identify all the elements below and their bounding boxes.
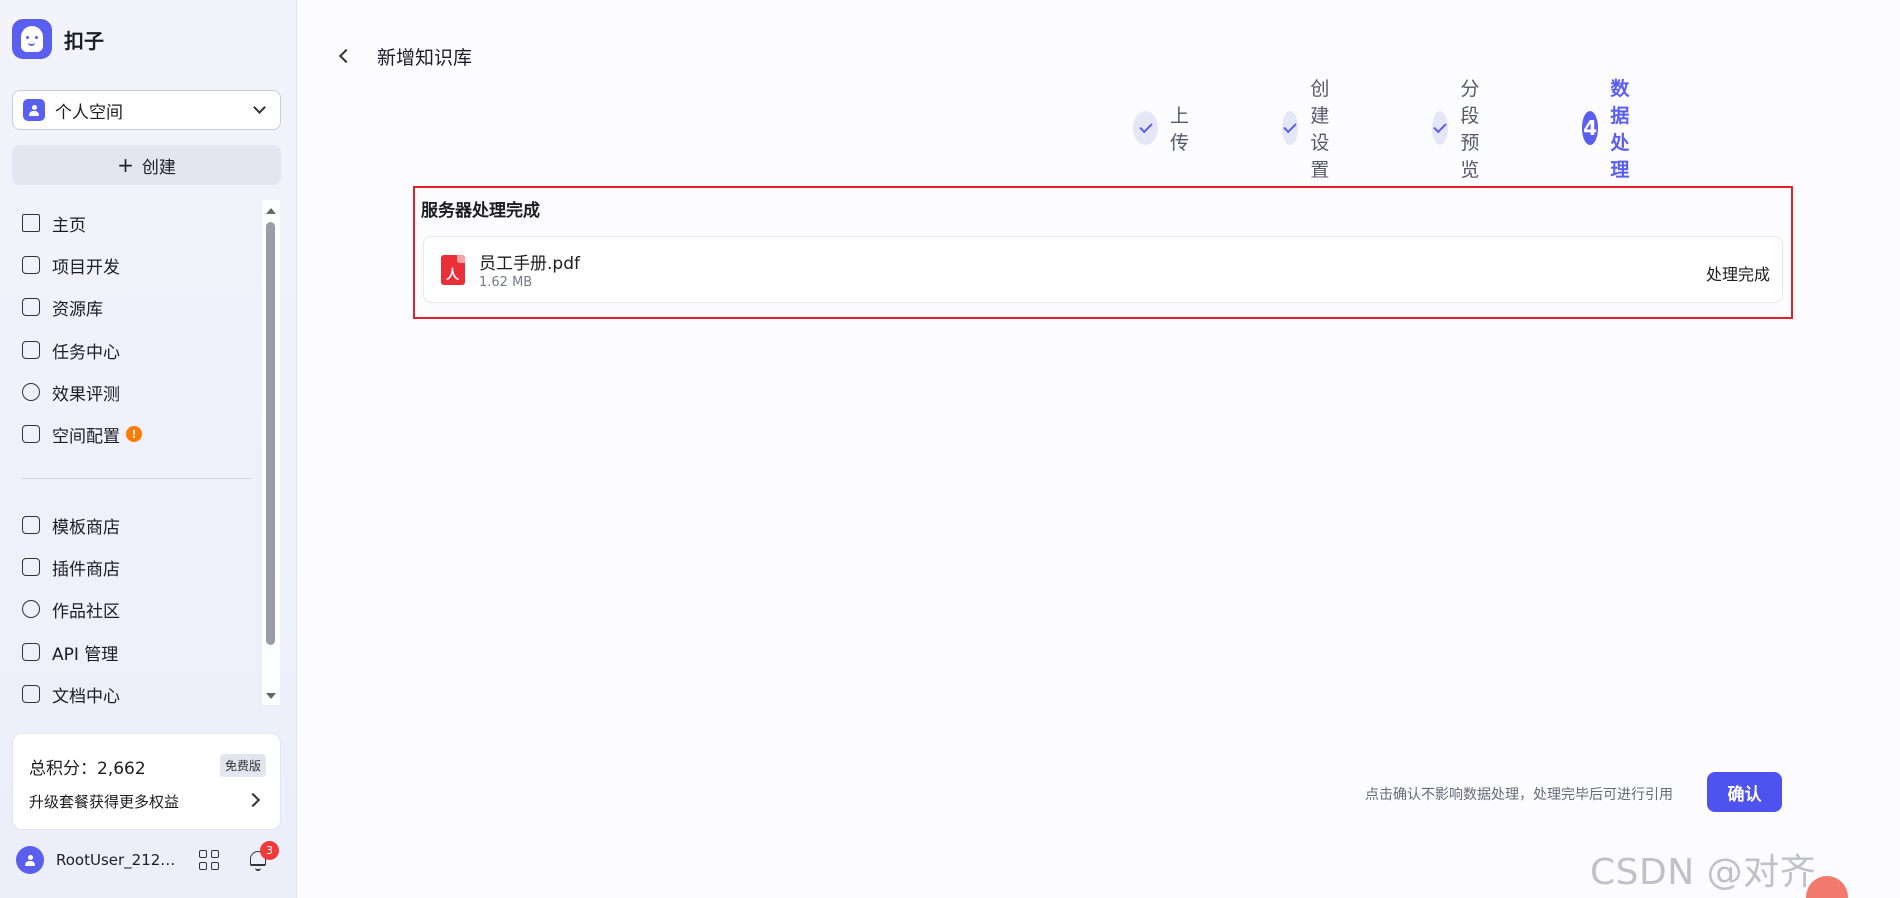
sidebar-item-templates[interactable]: 模板商店 [22, 510, 120, 540]
sidebar-item-label: 文档中心 [52, 686, 120, 707]
step-number: 4 [1582, 111, 1599, 145]
file-card[interactable]: 人 员工手册.pdf 1.62 MB 处理完成 [423, 236, 1783, 303]
file-size: 1.62 MB [479, 275, 533, 290]
sidebar-item-space-config[interactable]: 空间配置 ! [22, 419, 142, 449]
sidebar-item-label: 主页 [52, 215, 86, 236]
home-icon [22, 214, 40, 232]
gauge-icon [22, 383, 40, 401]
robot-icon [22, 256, 40, 274]
sidebar-item-projects[interactable]: 项目开发 [22, 250, 120, 280]
footer-hint: 点击确认不影响数据处理，处理完毕后可进行引用 [1365, 787, 1673, 803]
step-check-icon [1133, 111, 1159, 145]
apps-grid-icon[interactable] [199, 850, 221, 872]
template-icon [22, 516, 40, 534]
processing-result-panel: 服务器处理完成 人 员工手册.pdf 1.62 MB 处理完成 [413, 186, 1793, 319]
watermark: CSDN @对齐token [1590, 852, 1817, 898]
sidebar-item-api[interactable]: API 管理 [22, 637, 118, 667]
main-content: 新增知识库 上传 创建设置 分段预览 4 数据处理 服务器处理完成 人 员工手册… [298, 0, 1900, 898]
coze-logo-icon [12, 19, 52, 59]
brand[interactable]: 扣子 [12, 19, 104, 59]
sidebar-item-label: 项目开发 [52, 257, 120, 278]
plan-badge: 免费版 [219, 754, 266, 777]
warning-badge: ! [126, 426, 142, 442]
avatar[interactable] [16, 846, 44, 874]
scroll-up-arrow-icon[interactable] [266, 208, 276, 214]
library-icon [22, 298, 40, 316]
step-upload: 上传 [1133, 105, 1198, 154]
total-credits: 总积分：2,662 [29, 759, 146, 779]
sidebar-item-home[interactable]: 主页 [22, 208, 86, 238]
page-title: 新增知识库 [377, 47, 473, 69]
space-selector[interactable]: 个人空间 [12, 90, 281, 130]
sidebar-scrollbar[interactable] [262, 200, 280, 705]
sidebar-item-plugins[interactable]: 插件商店 [22, 552, 120, 582]
sidebar-item-tasks[interactable]: 任务中心 [22, 335, 120, 365]
step-label: 创建设置 [1310, 78, 1330, 181]
back-arrow-icon[interactable] [338, 48, 354, 64]
plus-icon: + [117, 153, 134, 177]
notification-badge: 3 [260, 841, 279, 860]
sidebar: 扣子 个人空间 + 创建 主页 项目开发 资源库 任务中心 效果评测 空间配置 … [0, 0, 297, 898]
sidebar-item-library[interactable]: 资源库 [22, 292, 103, 322]
scroll-thumb[interactable] [266, 222, 275, 645]
space-avatar-icon [23, 99, 45, 121]
result-title: 服务器处理完成 [421, 201, 540, 221]
step-label: 数据处理 [1610, 78, 1630, 181]
chevron-down-icon [253, 101, 266, 114]
sidebar-item-evaluation[interactable]: 效果评测 [22, 377, 120, 407]
file-status: 处理完成 [1705, 265, 1770, 284]
space-label: 个人空间 [55, 102, 123, 123]
sidebar-item-label: 插件商店 [52, 559, 120, 580]
step-check-icon [1432, 111, 1449, 145]
chevron-right-icon[interactable] [245, 792, 261, 808]
user-name[interactable]: RootUser_212… [56, 851, 176, 869]
step-check-icon [1282, 111, 1299, 145]
file-name: 员工手册.pdf [479, 254, 580, 274]
sidebar-item-label: API 管理 [52, 644, 119, 665]
step-label: 分段预览 [1460, 78, 1480, 181]
task-icon [22, 341, 40, 359]
scroll-down-arrow-icon[interactable] [266, 693, 276, 699]
user-row: RootUser_212… 3 [16, 841, 281, 875]
pdf-file-icon: 人 [441, 255, 465, 285]
confirm-button[interactable]: 确认 [1707, 772, 1782, 812]
step-create-settings: 创建设置 [1282, 78, 1347, 181]
sidebar-item-label: 资源库 [52, 299, 103, 320]
plugin-icon [22, 558, 40, 576]
credit-card: 总积分：2,662 免费版 升级套餐获得更多权益 [12, 733, 281, 830]
sidebar-item-docs[interactable]: 文档中心 [22, 679, 120, 709]
sidebar-item-label: 效果评测 [52, 384, 120, 405]
step-label: 上传 [1170, 105, 1190, 154]
brand-name: 扣子 [64, 28, 104, 53]
create-button-label: 创建 [141, 157, 176, 178]
step-segment-preview: 分段预览 [1432, 78, 1497, 181]
sidebar-divider [22, 478, 252, 479]
sidebar-item-label: 作品社区 [52, 601, 120, 622]
upgrade-link[interactable]: 升级套餐获得更多权益 [29, 791, 179, 812]
sidebar-item-label: 模板商店 [52, 517, 120, 538]
sidebar-item-label: 任务中心 [52, 342, 120, 363]
sidebar-item-label: 空间配置 [52, 426, 120, 447]
create-button[interactable]: + 创建 [12, 145, 281, 185]
sidebar-item-community[interactable]: 作品社区 [22, 594, 120, 624]
step-data-processing: 4 数据处理 [1582, 78, 1647, 181]
document-icon [22, 685, 40, 703]
planet-icon [22, 600, 40, 618]
terminal-icon [22, 425, 40, 443]
link-icon [22, 643, 40, 661]
